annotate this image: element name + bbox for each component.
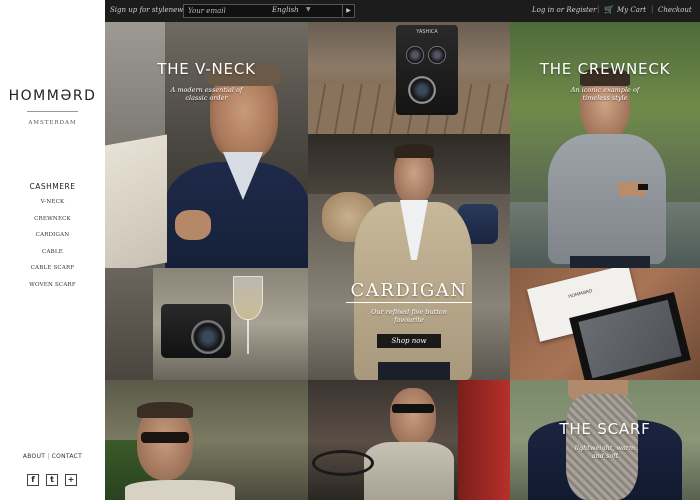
wine-glass — [233, 276, 263, 320]
nav-item-cable-scarf[interactable]: CABLE SCARF — [0, 265, 105, 282]
vneck-subtitle-line-1: A modern essential of — [170, 86, 243, 94]
driver-sweater — [364, 442, 454, 500]
chevron-down-icon[interactable]: ▼ — [306, 6, 311, 13]
camera-viewfinder-lens — [406, 46, 424, 64]
newsletter-label: Sign up for stylenews — [110, 6, 187, 14]
brand-city: AMSTERDAM — [28, 120, 77, 126]
tile-gift-box[interactable]: HOMMƏRD — [510, 268, 700, 380]
camera-lens — [191, 320, 225, 354]
model-hair — [394, 144, 434, 158]
wine-glass-stem — [247, 320, 249, 354]
tile-sunglasses[interactable] — [105, 380, 308, 500]
google-plus-icon[interactable]: + — [65, 474, 77, 486]
model-trousers — [378, 362, 450, 380]
crewneck-title: THE CREWNECK — [539, 60, 671, 78]
topbar-separator: | — [651, 5, 654, 13]
background-shadow — [105, 268, 153, 380]
camera-brand: YASHICA — [416, 29, 438, 35]
footer-links: ABOUT | CONTACT — [0, 453, 105, 460]
cardigan-subtitle-line-1: Our refined five button — [371, 308, 447, 316]
cart-icon[interactable]: 🛒 — [604, 5, 614, 14]
grey-crewneck-sweater — [548, 134, 666, 264]
contact-link[interactable]: CONTACT — [52, 453, 83, 460]
language-selector[interactable]: English — [272, 6, 299, 14]
newsletter-form: ▶ — [183, 4, 355, 18]
cardigan-subtitle-line-2: favourite — [394, 316, 424, 324]
scarf-title: THE SCARF — [559, 420, 651, 438]
nav-heading-cashmere[interactable]: CASHMERE — [0, 182, 105, 191]
cardigan-title: CARDIGAN — [350, 280, 468, 301]
sunglasses — [141, 432, 189, 443]
nav-item-cardigan[interactable]: CARDIGAN — [0, 232, 105, 249]
cardigan-subtitle: Our refined five button favourite — [308, 308, 510, 324]
model-trousers — [570, 256, 650, 268]
nav-item-cable[interactable]: CABLE — [0, 249, 105, 266]
scarf-subtitle-line-1: lightweight, warm — [574, 444, 636, 452]
topbar-separator: | — [597, 5, 600, 13]
submit-arrow-icon[interactable]: ▶ — [342, 5, 354, 17]
cream-sweater — [125, 480, 235, 500]
vneck-title: THE V-NECK — [157, 60, 256, 78]
cardigan-title-rule — [346, 302, 472, 303]
camera-taking-lens — [408, 76, 436, 104]
red-car-door — [458, 380, 510, 500]
nav-item-v-neck[interactable]: V-NECK — [0, 199, 105, 216]
tile-crewneck[interactable]: THE CREWNECK An iconic example of timeles… — [510, 22, 700, 268]
tile-cardigan[interactable]: CARDIGAN Our refined five button favourit… — [308, 134, 510, 380]
driver-sunglasses — [392, 404, 434, 413]
shop-now-button[interactable]: Shop now — [377, 334, 441, 348]
checkout-link[interactable]: Checkout — [658, 6, 692, 14]
crewneck-subtitle-line-2: timeless style — [582, 94, 628, 102]
model-hair — [137, 402, 193, 418]
facebook-icon[interactable]: f — [27, 474, 39, 486]
scarf-subtitle-line-2: and soft — [591, 452, 619, 460]
model-hand — [175, 210, 211, 240]
tile-driving[interactable] — [308, 380, 510, 500]
newspaper — [105, 134, 167, 268]
top-bar: Sign up for stylenews ▶ English ▼ Log in… — [105, 0, 700, 22]
about-link[interactable]: ABOUT — [23, 453, 45, 460]
vneck-subtitle-line-2: classic order — [185, 94, 228, 102]
logo-divider — [27, 111, 78, 112]
tile-camera-table[interactable]: YASHICA — [308, 22, 510, 134]
sidebar: HOMMƏRD AMSTERDAM CASHMERE V-NECK CREWNE… — [0, 0, 105, 500]
tile-scarf[interactable]: THE SCARF lightweight, warm and soft — [510, 380, 700, 500]
nav-item-woven-scarf[interactable]: WOVEN SCARF — [0, 282, 105, 299]
category-nav: V-NECK CREWNECK CARDIGAN CABLE CABLE SCA… — [0, 199, 105, 298]
brand-logo[interactable]: HOMMƏRD — [0, 88, 105, 104]
crewneck-subtitle-line-1: An iconic example of — [570, 86, 640, 94]
steering-wheel — [312, 450, 374, 476]
phone — [638, 184, 648, 190]
scarf-subtitle: lightweight, warm and soft — [510, 444, 700, 460]
login-link[interactable]: Log in or Register — [532, 6, 596, 14]
vneck-subtitle: A modern essential of classic order — [105, 86, 308, 102]
driver-face — [390, 388, 436, 446]
twitter-icon[interactable]: t — [46, 474, 58, 486]
tile-vneck[interactable]: THE V-NECK A modern essential of classic … — [105, 22, 308, 268]
tile-camera-wine[interactable] — [105, 268, 308, 380]
footer-separator: | — [47, 453, 50, 460]
cart-link[interactable]: My Cart — [617, 6, 646, 14]
camera-top-lens — [428, 46, 446, 64]
nav-item-crewneck[interactable]: CREWNECK — [0, 216, 105, 233]
crewneck-subtitle: An iconic example of timeless style — [510, 86, 700, 102]
